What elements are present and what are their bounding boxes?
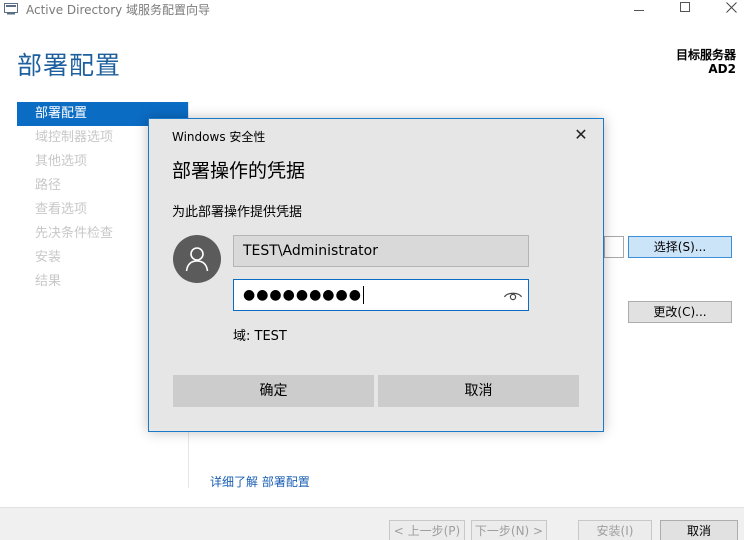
- dialog-title: 部署操作的凭据: [172, 160, 306, 182]
- minimize-button[interactable]: [616, 0, 662, 16]
- show-password-eye-icon[interactable]: [503, 288, 523, 302]
- domain-label: 域: TEST: [233, 329, 287, 344]
- user-avatar: [173, 235, 221, 283]
- page-title: 部署配置: [17, 51, 122, 80]
- window-close-button[interactable]: [708, 0, 744, 16]
- next-button[interactable]: 下一步(N) >: [471, 520, 547, 540]
- text-caret: [362, 286, 364, 304]
- title-bar: Active Directory 域服务配置向导: [0, 0, 744, 20]
- maximize-icon: [680, 2, 690, 12]
- window-title: Active Directory 域服务配置向导: [26, 3, 211, 17]
- minimize-icon: [634, 10, 644, 11]
- change-credentials-button[interactable]: 更改(C)...: [628, 301, 732, 323]
- previous-button[interactable]: < 上一步(P): [389, 520, 465, 540]
- dialog-subtitle: 为此部署操作提供凭据: [172, 205, 303, 220]
- credentials-dialog: Windows 安全性 ✕ 部署操作的凭据 为此部署操作提供凭据 TEST\Ad…: [148, 118, 604, 432]
- user-icon: [185, 247, 209, 272]
- target-server-label: 目标服务器: [675, 48, 736, 62]
- password-field[interactable]: ●●●●●●●●●: [233, 279, 529, 311]
- target-server-name: AD2: [708, 62, 736, 76]
- dialog-close-button[interactable]: ✕: [569, 125, 593, 145]
- dialog-caption: Windows 安全性: [172, 130, 266, 144]
- maximize-button[interactable]: [662, 0, 708, 16]
- learn-more-link[interactable]: 详细了解 部署配置: [210, 473, 310, 490]
- select-button[interactable]: 选择(S)...: [628, 236, 732, 258]
- password-mask: ●●●●●●●●●: [243, 287, 362, 303]
- close-icon: [725, 2, 737, 13]
- wizard-footer: < 上一步(P) 下一步(N) > 安装(I) 取消: [0, 507, 744, 540]
- cancel-button[interactable]: 取消: [660, 520, 738, 540]
- dialog-cancel-button[interactable]: 取消: [378, 375, 579, 407]
- ok-button[interactable]: 确定: [173, 375, 374, 407]
- server-wizard-icon: [4, 3, 18, 15]
- close-icon: ✕: [574, 125, 588, 144]
- username-field[interactable]: TEST\Administrator: [233, 235, 529, 267]
- domain-input[interactable]: [604, 236, 624, 258]
- install-button[interactable]: 安装(I): [578, 520, 652, 540]
